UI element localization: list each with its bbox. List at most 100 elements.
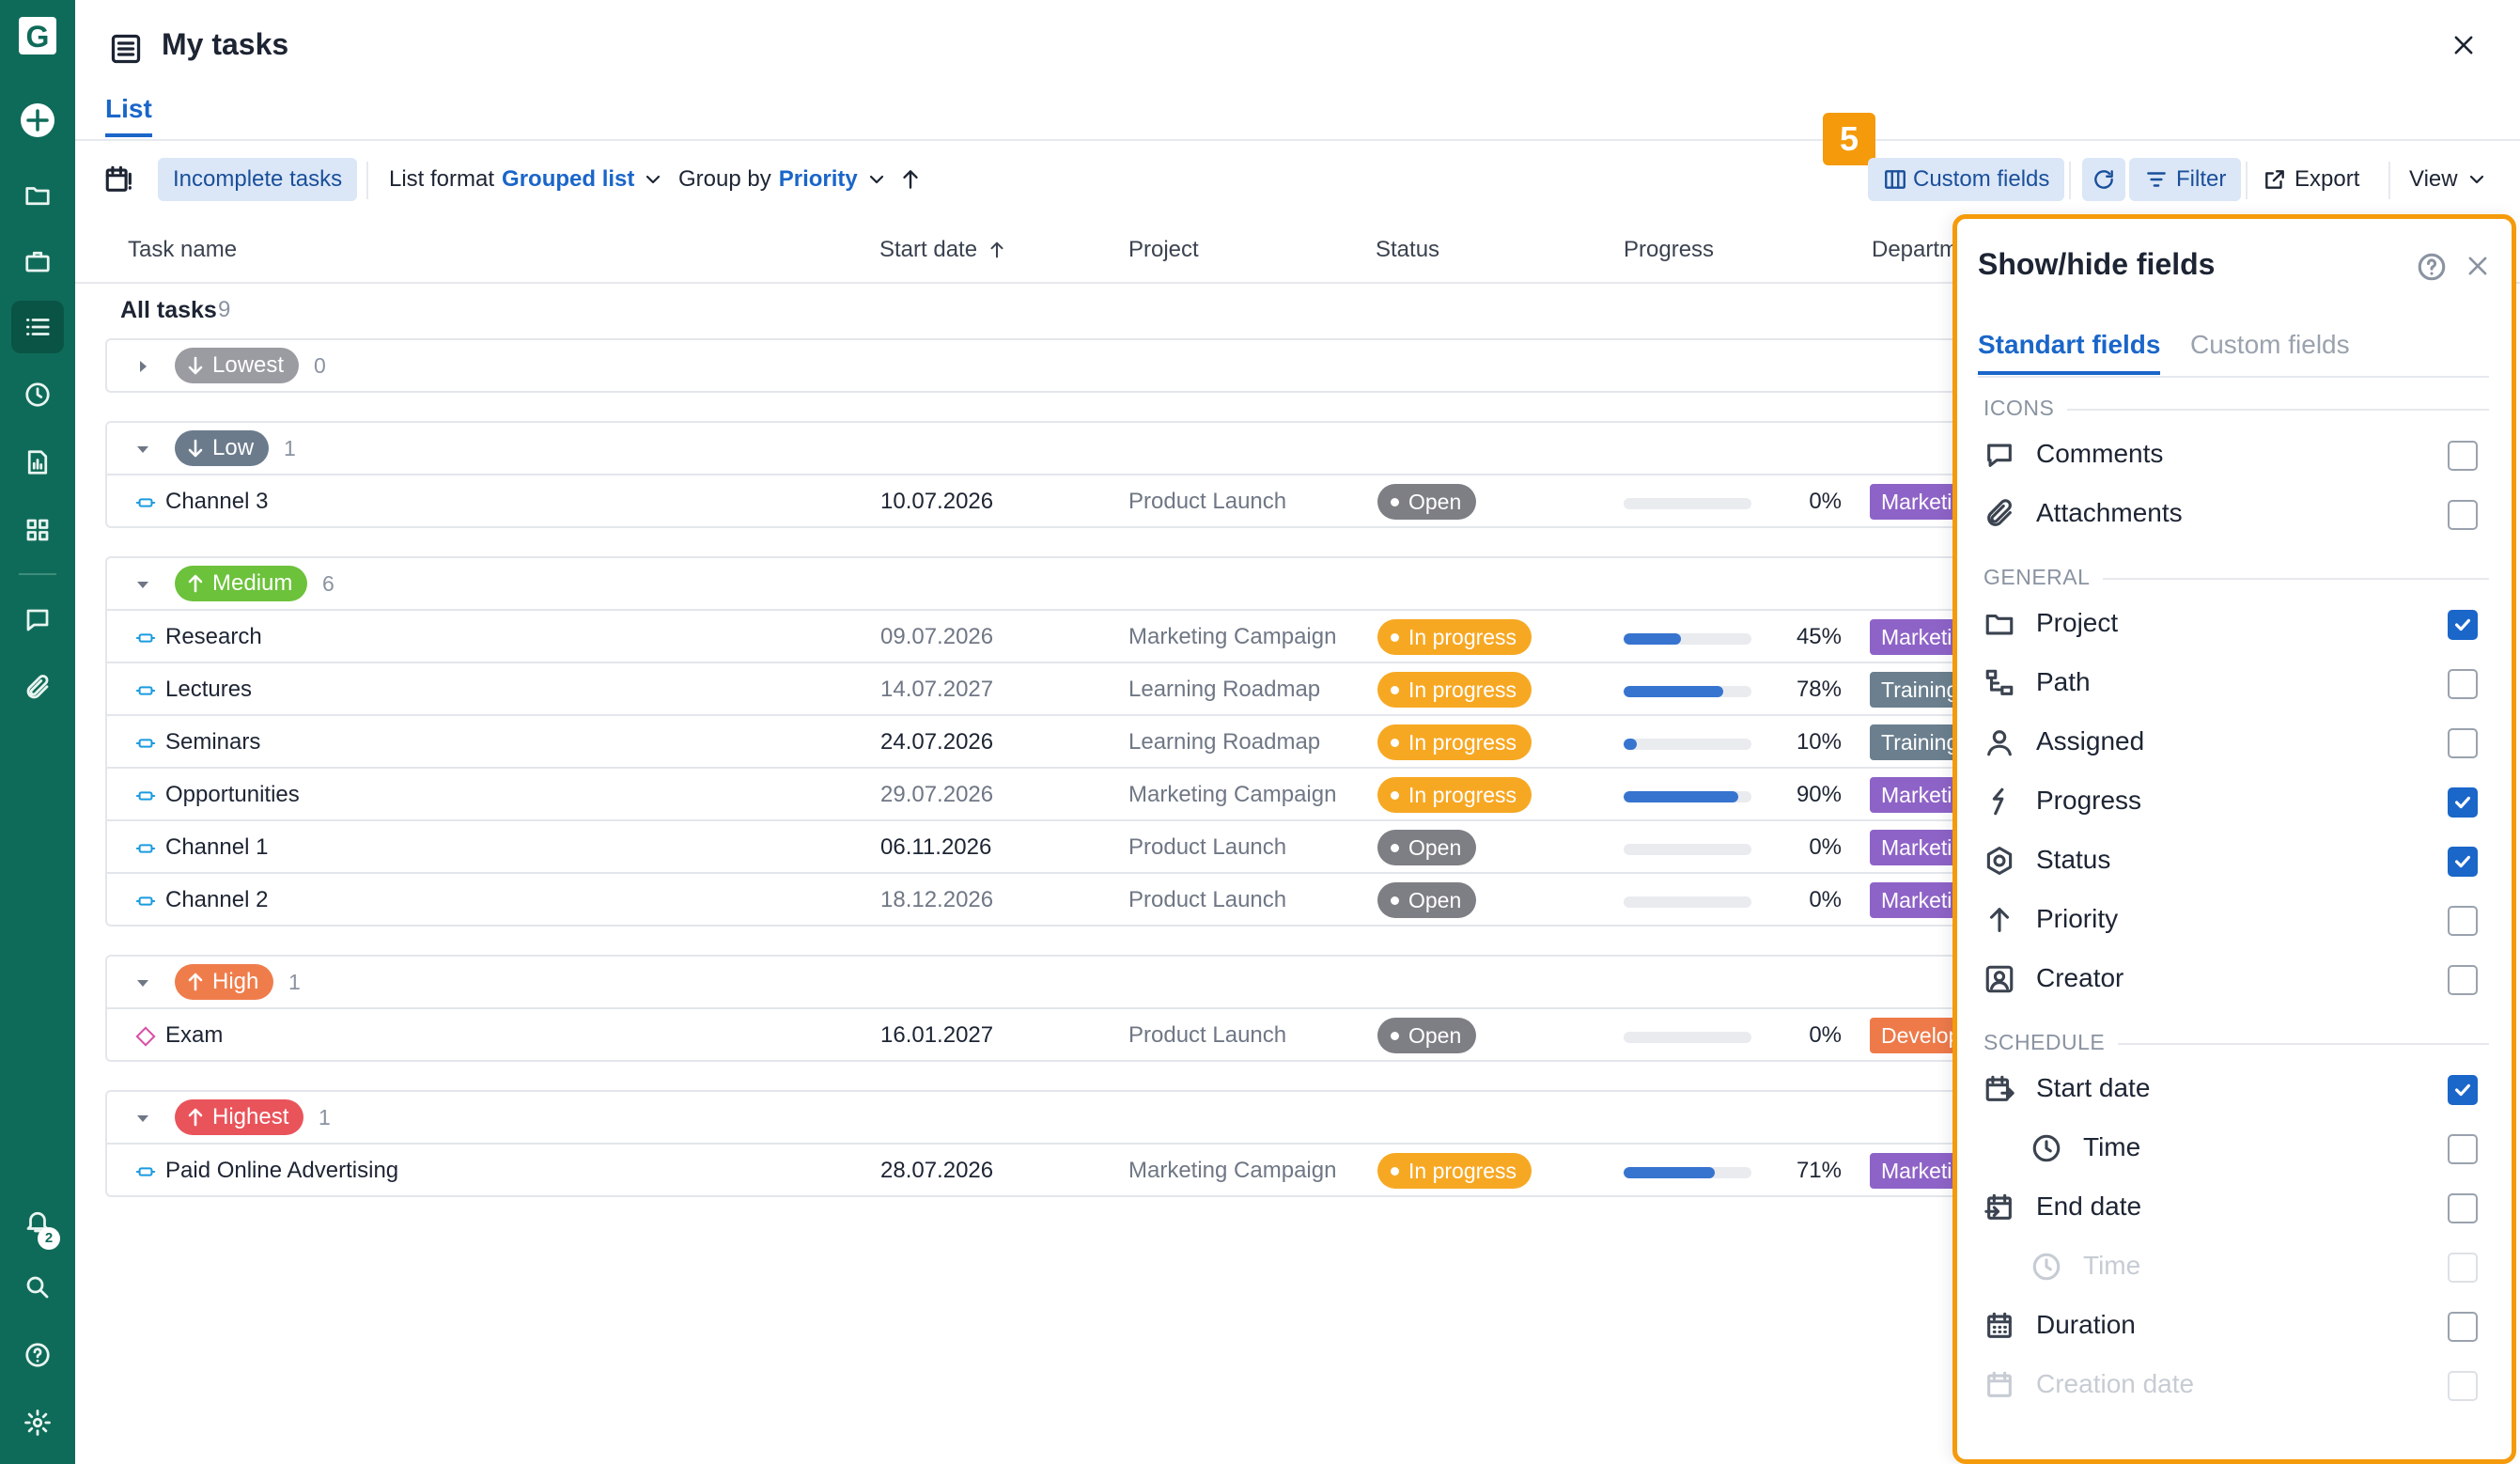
field-toggle-end-date[interactable]: End date	[1976, 1182, 2489, 1229]
paperclip-icon[interactable]	[11, 662, 64, 714]
field-toggle-status[interactable]: Status	[1976, 835, 2489, 882]
field-toggle-priority[interactable]: Priority	[1976, 895, 2489, 942]
columns-icon	[1885, 170, 1906, 189]
field-checkbox[interactable]	[2448, 728, 2478, 758]
group-header[interactable]: Low 1	[107, 423, 2080, 474]
group-by-dropdown[interactable]: Group by Priority	[678, 158, 888, 201]
field-checkbox[interactable]	[2448, 1075, 2478, 1105]
field-toggle-path[interactable]: Path	[1976, 658, 2489, 705]
calendar-filter-icon[interactable]	[103, 158, 135, 201]
briefcase-icon[interactable]	[11, 235, 64, 288]
group-header[interactable]: High 1	[107, 957, 2080, 1007]
status-badge[interactable]: Open	[1377, 830, 1477, 865]
field-toggle-attachments[interactable]: Attachments	[1976, 489, 2489, 536]
col-status[interactable]: Status	[1376, 237, 1439, 263]
table-row[interactable]: Exam 16.01.2027 Product Launch Open 0% Develo…	[107, 1007, 2080, 1060]
chat-icon[interactable]	[11, 594, 64, 646]
clock-icon[interactable]	[11, 368, 64, 421]
status-badge[interactable]: Open	[1377, 882, 1477, 918]
field-toggle-project[interactable]: Project	[1976, 599, 2489, 646]
apps-grid-icon[interactable]	[11, 504, 64, 556]
custom-fields-button[interactable]: Custom fields	[1868, 158, 2065, 201]
task-name[interactable]: Opportunities	[165, 782, 300, 808]
col-start-date[interactable]: Start date	[879, 237, 1007, 263]
field-toggle-start-date[interactable]: Start date	[1976, 1064, 2489, 1111]
add-icon[interactable]	[11, 94, 64, 147]
status-badge[interactable]: In progress	[1377, 777, 1532, 813]
table-row[interactable]: Paid Online Advertising 28.07.2026 Marketi…	[107, 1143, 2080, 1195]
refresh-icon[interactable]	[2082, 158, 2125, 201]
field-checkbox[interactable]	[2448, 500, 2478, 530]
gear-icon[interactable]	[11, 1396, 64, 1449]
field-checkbox[interactable]	[2448, 669, 2478, 699]
help-icon[interactable]	[11, 1329, 64, 1381]
field-checkbox[interactable]	[2448, 610, 2478, 640]
tab-custom-fields[interactable]: Custom fields	[2190, 330, 2350, 371]
status-badge[interactable]: In progress	[1377, 724, 1532, 760]
folder-icon[interactable]	[11, 169, 64, 222]
status-badge[interactable]: In progress	[1377, 619, 1532, 655]
field-checkbox[interactable]	[2448, 1312, 2478, 1342]
field-toggle-progress[interactable]: Progress	[1976, 776, 2489, 823]
table-row[interactable]: Lectures 14.07.2027 Learning Roadmap In pro…	[107, 662, 2080, 714]
task-name[interactable]: Lectures	[165, 677, 252, 703]
field-checkbox[interactable]	[2448, 1193, 2478, 1223]
field-checkbox[interactable]	[2448, 1134, 2478, 1164]
report-icon[interactable]	[11, 436, 64, 489]
field-toggle-assigned[interactable]: Assigned	[1976, 717, 2489, 764]
col-task-name[interactable]: Task name	[128, 237, 237, 263]
table-row[interactable]: Research 09.07.2026 Marketing Campaign In p…	[107, 609, 2080, 662]
field-checkbox[interactable]	[2448, 847, 2478, 877]
field-toggle-duration[interactable]: Duration	[1976, 1300, 2489, 1347]
field-checkbox[interactable]	[2448, 965, 2478, 995]
tab-list[interactable]: List	[105, 94, 152, 137]
group-header[interactable]: Lowest 0	[107, 340, 2080, 391]
table-row[interactable]: Seminars 24.07.2026 Learning Roadmap In pro…	[107, 714, 2080, 767]
task-name[interactable]: Channel 3	[165, 489, 268, 515]
task-name[interactable]: Research	[165, 624, 262, 650]
filter-button[interactable]: Filter	[2129, 158, 2242, 201]
col-project[interactable]: Project	[1128, 237, 1199, 263]
task-name[interactable]: Exam	[165, 1022, 223, 1049]
list-format-dropdown[interactable]: List format Grouped list	[389, 158, 664, 201]
caret-down-icon[interactable]	[133, 575, 152, 594]
table-row[interactable]: Channel 2 18.12.2026 Product Launch Open 0% M…	[107, 872, 2080, 925]
table-row[interactable]: Opportunities 29.07.2026 Marketing Campaig…	[107, 767, 2080, 819]
group-header[interactable]: Highest 1	[107, 1092, 2080, 1143]
start-date: 10.07.2026	[880, 489, 994, 514]
field-toggle-creator[interactable]: Creator	[1976, 954, 2489, 1001]
caret-down-icon[interactable]	[133, 440, 152, 459]
close-icon[interactable]	[2465, 253, 2491, 279]
sort-direction-icon[interactable]	[898, 158, 923, 201]
caret-down-icon[interactable]	[133, 1109, 152, 1128]
field-toggle-time[interactable]: Time	[1976, 1123, 2489, 1170]
col-progress[interactable]: Progress	[1624, 237, 1714, 263]
table-row[interactable]: Channel 3 10.07.2026 Product Launch Open 0% M…	[107, 474, 2080, 526]
tab-standard-fields[interactable]: Standart fields	[1978, 330, 2161, 375]
task-name[interactable]: Seminars	[165, 729, 260, 755]
status-badge[interactable]: Open	[1377, 484, 1477, 520]
search-icon[interactable]	[11, 1261, 64, 1314]
field-checkbox[interactable]	[2448, 906, 2478, 936]
task-name[interactable]: Channel 2	[165, 887, 268, 913]
view-dropdown[interactable]: View	[2409, 158, 2488, 201]
task-name[interactable]: Paid Online Advertising	[165, 1158, 398, 1184]
group-header[interactable]: Medium 6	[107, 558, 2080, 609]
field-toggle-comments[interactable]: Comments	[1976, 429, 2489, 476]
task-list-icon[interactable]	[11, 301, 64, 353]
status-badge[interactable]: In progress	[1377, 672, 1532, 708]
export-button[interactable]: Export	[2263, 158, 2359, 201]
status-dot	[1391, 896, 1399, 905]
caret-down-icon[interactable]	[133, 973, 152, 992]
caret-right-icon[interactable]	[133, 357, 152, 376]
field-checkbox[interactable]	[2448, 441, 2478, 471]
status-badge[interactable]: Open	[1377, 1018, 1477, 1053]
table-row[interactable]: Channel 1 06.11.2026 Product Launch Open 0% M…	[107, 819, 2080, 872]
task-name[interactable]: Channel 1	[165, 834, 268, 861]
close-icon[interactable]	[2450, 32, 2477, 58]
help-icon[interactable]	[2416, 251, 2448, 283]
field-checkbox[interactable]	[2448, 787, 2478, 818]
incomplete-tasks-filter[interactable]: Incomplete tasks	[158, 158, 358, 201]
app-logo[interactable]: G	[11, 9, 64, 62]
status-badge[interactable]: In progress	[1377, 1153, 1532, 1189]
